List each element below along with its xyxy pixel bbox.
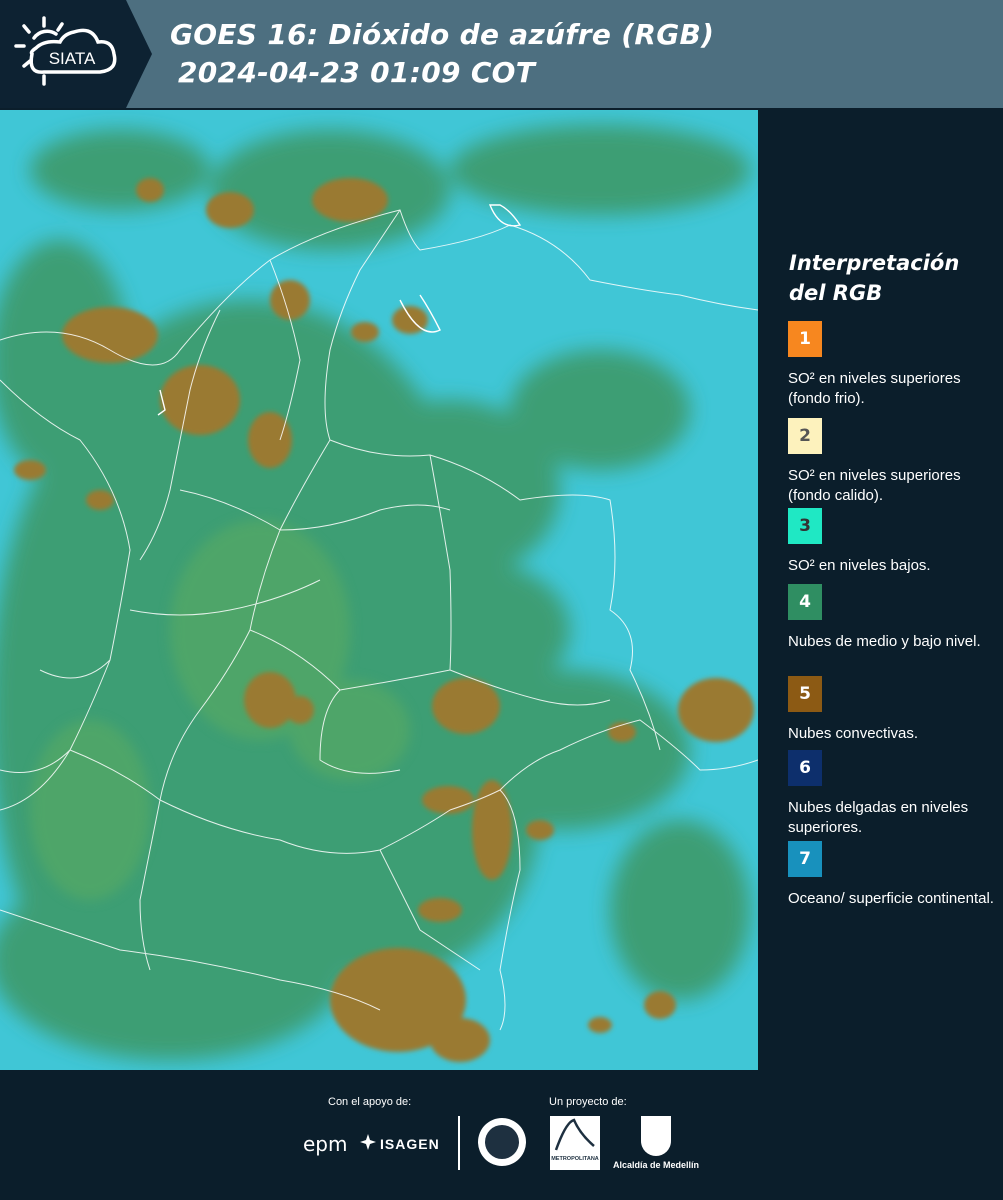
- legend-panel: Interpretación del RGB 1 SO² en niveles …: [762, 110, 1003, 1070]
- legend-label-5: Nubes convectivas.: [788, 725, 919, 742]
- legend-title: Interpretación del RGB: [789, 251, 960, 305]
- legend-swatch-2: 2: [788, 418, 822, 454]
- legend-item-4: 4 Nubes de medio y bajo nivel.: [788, 584, 998, 652]
- legend-item-7: 7 Oceano/ superficie continental.: [788, 841, 998, 909]
- legend-swatch-1: 1: [788, 321, 822, 357]
- isagen-star-icon: [360, 1134, 376, 1150]
- title-line-2: 2024-04-23 01:09 COT: [178, 56, 536, 89]
- isagen-logo: ISAGEN: [380, 1136, 440, 1152]
- legend-label-3: SO² en niveles bajos.: [788, 557, 931, 574]
- medellin-label: Alcaldía de Medellín: [613, 1160, 700, 1170]
- footer: Con el apoyo de: Un proyecto de: epm ISA…: [0, 1070, 1003, 1200]
- svg-text:SIATA: SIATA: [49, 49, 96, 68]
- epm-logo: epm: [303, 1132, 348, 1156]
- footer-divider: [458, 1116, 460, 1170]
- siata-logo: SIATA: [0, 0, 152, 108]
- legend-swatch-7: 7: [788, 841, 822, 877]
- legend-item-2: 2 SO² en niveles superiores (fondo calid…: [788, 418, 998, 506]
- legend-item-1: 1 SO² en niveles superiores (fondo frio)…: [788, 321, 998, 409]
- project-label: Un proyecto de:: [549, 1096, 627, 1108]
- title-line-1: GOES 16: Dióxido de azúfre (RGB): [170, 18, 715, 51]
- legend-item-3: 3 SO² en niveles bajos.: [788, 508, 998, 576]
- legend-swatch-5: 5: [788, 676, 822, 712]
- legend-swatch-4: 4: [788, 584, 822, 620]
- legend-item-5: 5 Nubes convectivas.: [788, 676, 998, 744]
- medellin-shield-icon: [641, 1116, 671, 1156]
- support-label: Con el apoyo de:: [328, 1096, 412, 1108]
- legend-label-4: Nubes de medio y bajo nivel.: [788, 633, 981, 650]
- legend-swatch-6: 6: [788, 750, 822, 786]
- legend-swatch-3: 3: [788, 508, 822, 544]
- area-metropolitana-logo: METROPOLITANA: [550, 1116, 600, 1170]
- sun-cloud-icon: SIATA: [14, 16, 117, 86]
- medellin-seal-icon: [478, 1118, 526, 1166]
- legend-item-6: 6 Nubes delgadas en niveles superiores.: [788, 750, 998, 838]
- satellite-rgb-map: [0, 110, 758, 1070]
- legend-label-1: SO² en niveles superiores (fondo frio).: [788, 370, 961, 407]
- legend-label-2: SO² en niveles superiores (fondo calido)…: [788, 467, 961, 504]
- page-title: GOES 16: Dióxido de azúfre (RGB) 2024-04…: [170, 16, 714, 92]
- header-bar: SIATA GOES 16: Dióxido de azúfre (RGB) 2…: [0, 0, 1003, 108]
- legend-label-6: Nubes delgadas en niveles superiores.: [788, 799, 969, 836]
- amva-label: METROPOLITANA: [551, 1156, 599, 1162]
- legend-label-7: Oceano/ superficie continental.: [788, 890, 994, 907]
